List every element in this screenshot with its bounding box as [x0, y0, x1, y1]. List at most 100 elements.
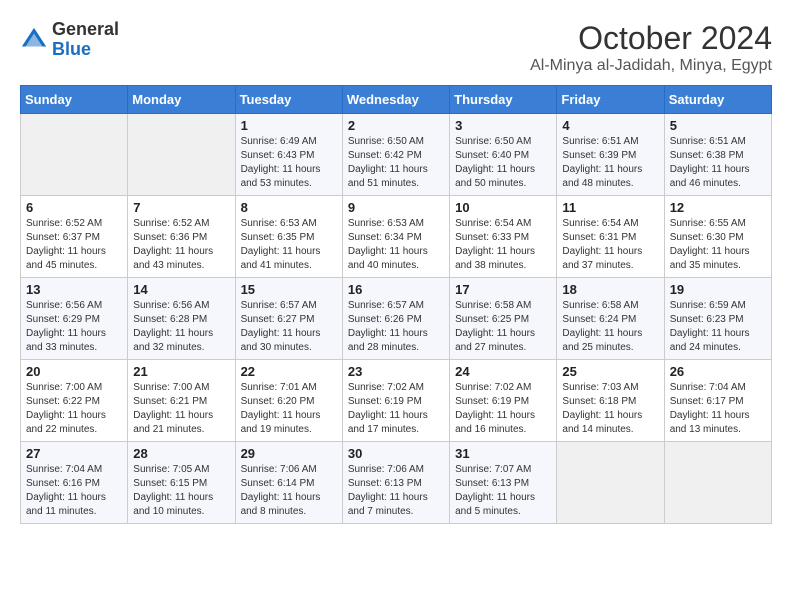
- day-number: 30: [348, 446, 444, 461]
- day-info: Sunrise: 6:54 AMSunset: 6:31 PMDaylight:…: [562, 217, 658, 273]
- day-number: 11: [562, 200, 658, 215]
- calendar-table: SundayMondayTuesdayWednesdayThursdayFrid…: [20, 85, 772, 524]
- day-number: 18: [562, 282, 658, 297]
- calendar-week-row: 20 Sunrise: 7:00 AMSunset: 6:22 PMDayligh…: [21, 360, 772, 442]
- day-info: Sunrise: 7:01 AMSunset: 6:20 PMDaylight:…: [241, 381, 337, 437]
- title-block: October 2024 Al-Minya al-Jadidah, Minya,…: [530, 20, 772, 75]
- day-number: 28: [133, 446, 229, 461]
- day-info: Sunrise: 6:53 AMSunset: 6:34 PMDaylight:…: [348, 217, 444, 273]
- day-number: 1: [241, 118, 337, 133]
- calendar-cell: 2 Sunrise: 6:50 AMSunset: 6:42 PMDaylight…: [342, 114, 449, 196]
- calendar-cell: 8 Sunrise: 6:53 AMSunset: 6:35 PMDaylight…: [235, 196, 342, 278]
- calendar-cell: 6Sunrise: 6:52 AMSunset: 6:37 PMDaylight…: [21, 196, 128, 278]
- calendar-cell: 3 Sunrise: 6:50 AMSunset: 6:40 PMDaylight…: [450, 114, 557, 196]
- calendar-cell: 4Sunrise: 6:51 AMSunset: 6:39 PMDaylight…: [557, 114, 664, 196]
- day-number: 3: [455, 118, 551, 133]
- day-number: 27: [26, 446, 122, 461]
- day-number: 14: [133, 282, 229, 297]
- calendar-cell: 9 Sunrise: 6:53 AMSunset: 6:34 PMDaylight…: [342, 196, 449, 278]
- day-number: 21: [133, 364, 229, 379]
- calendar-cell: 5 Sunrise: 6:51 AMSunset: 6:38 PMDaylight…: [664, 114, 771, 196]
- day-info: Sunrise: 6:59 AMSunset: 6:23 PMDaylight:…: [670, 299, 766, 355]
- calendar-cell: 29Sunrise: 7:06 AMSunset: 6:14 PMDayligh…: [235, 442, 342, 524]
- day-number: 20: [26, 364, 122, 379]
- day-number: 19: [670, 282, 766, 297]
- day-number: 15: [241, 282, 337, 297]
- day-info: Sunrise: 7:00 AMSunset: 6:22 PMDaylight:…: [26, 381, 122, 437]
- day-number: 24: [455, 364, 551, 379]
- day-number: 8: [241, 200, 337, 215]
- day-info: Sunrise: 7:04 AMSunset: 6:16 PMDaylight:…: [26, 463, 122, 519]
- calendar-cell: 20 Sunrise: 7:00 AMSunset: 6:22 PMDayligh…: [21, 360, 128, 442]
- day-number: 5: [670, 118, 766, 133]
- day-info: Sunrise: 6:54 AMSunset: 6:33 PMDaylight:…: [455, 217, 551, 273]
- day-info: Sunrise: 6:52 AMSunset: 6:36 PMDaylight:…: [133, 217, 229, 273]
- calendar-cell: [21, 114, 128, 196]
- calendar-header-row: SundayMondayTuesdayWednesdayThursdayFrid…: [21, 86, 772, 114]
- day-number: 17: [455, 282, 551, 297]
- day-info: Sunrise: 7:02 AMSunset: 6:19 PMDaylight:…: [348, 381, 444, 437]
- day-info: Sunrise: 6:57 AMSunset: 6:26 PMDaylight:…: [348, 299, 444, 355]
- day-info: Sunrise: 7:03 AMSunset: 6:18 PMDaylight:…: [562, 381, 658, 437]
- weekday-header: Sunday: [21, 86, 128, 114]
- day-info: Sunrise: 6:50 AMSunset: 6:40 PMDaylight:…: [455, 135, 551, 191]
- day-number: 9: [348, 200, 444, 215]
- location-title: Al-Minya al-Jadidah, Minya, Egypt: [530, 57, 772, 75]
- day-info: Sunrise: 7:06 AMSunset: 6:13 PMDaylight:…: [348, 463, 444, 519]
- calendar-cell: [557, 442, 664, 524]
- day-number: 7: [133, 200, 229, 215]
- calendar-cell: 22 Sunrise: 7:01 AMSunset: 6:20 PMDayligh…: [235, 360, 342, 442]
- calendar-cell: [664, 442, 771, 524]
- weekday-header: Friday: [557, 86, 664, 114]
- day-info: Sunrise: 7:02 AMSunset: 6:19 PMDaylight:…: [455, 381, 551, 437]
- calendar-cell: 27 Sunrise: 7:04 AMSunset: 6:16 PMDayligh…: [21, 442, 128, 524]
- day-number: 16: [348, 282, 444, 297]
- calendar-cell: 19 Sunrise: 6:59 AMSunset: 6:23 PMDayligh…: [664, 278, 771, 360]
- day-info: Sunrise: 6:56 AMSunset: 6:28 PMDaylight:…: [133, 299, 229, 355]
- calendar-cell: 26 Sunrise: 7:04 AMSunset: 6:17 PMDayligh…: [664, 360, 771, 442]
- logo: General Blue: [20, 20, 119, 60]
- logo-icon: [20, 26, 48, 54]
- calendar-cell: 10 Sunrise: 6:54 AMSunset: 6:33 PMDayligh…: [450, 196, 557, 278]
- day-number: 26: [670, 364, 766, 379]
- calendar-cell: 13Sunrise: 6:56 AMSunset: 6:29 PMDayligh…: [21, 278, 128, 360]
- day-number: 12: [670, 200, 766, 215]
- weekday-header: Monday: [128, 86, 235, 114]
- day-info: Sunrise: 7:00 AMSunset: 6:21 PMDaylight:…: [133, 381, 229, 437]
- day-number: 25: [562, 364, 658, 379]
- calendar-cell: 1 Sunrise: 6:49 AMSunset: 6:43 PMDaylight…: [235, 114, 342, 196]
- day-info: Sunrise: 6:51 AMSunset: 6:39 PMDaylight:…: [562, 135, 658, 191]
- day-info: Sunrise: 7:05 AMSunset: 6:15 PMDaylight:…: [133, 463, 229, 519]
- day-info: Sunrise: 6:49 AMSunset: 6:43 PMDaylight:…: [241, 135, 337, 191]
- day-info: Sunrise: 6:58 AMSunset: 6:24 PMDaylight:…: [562, 299, 658, 355]
- day-number: 2: [348, 118, 444, 133]
- weekday-header: Thursday: [450, 86, 557, 114]
- calendar-cell: 28 Sunrise: 7:05 AMSunset: 6:15 PMDayligh…: [128, 442, 235, 524]
- day-info: Sunrise: 6:56 AMSunset: 6:29 PMDaylight:…: [26, 299, 122, 355]
- day-number: 10: [455, 200, 551, 215]
- weekday-header: Saturday: [664, 86, 771, 114]
- calendar-cell: 21 Sunrise: 7:00 AMSunset: 6:21 PMDayligh…: [128, 360, 235, 442]
- day-info: Sunrise: 7:04 AMSunset: 6:17 PMDaylight:…: [670, 381, 766, 437]
- calendar-week-row: 13Sunrise: 6:56 AMSunset: 6:29 PMDayligh…: [21, 278, 772, 360]
- month-title: October 2024: [530, 20, 772, 57]
- weekday-header: Wednesday: [342, 86, 449, 114]
- calendar-cell: 12Sunrise: 6:55 AMSunset: 6:30 PMDayligh…: [664, 196, 771, 278]
- calendar-cell: 18 Sunrise: 6:58 AMSunset: 6:24 PMDayligh…: [557, 278, 664, 360]
- day-info: Sunrise: 6:51 AMSunset: 6:38 PMDaylight:…: [670, 135, 766, 191]
- calendar-cell: 30 Sunrise: 7:06 AMSunset: 6:13 PMDayligh…: [342, 442, 449, 524]
- calendar-cell: 7 Sunrise: 6:52 AMSunset: 6:36 PMDaylight…: [128, 196, 235, 278]
- day-number: 6: [26, 200, 122, 215]
- day-info: Sunrise: 6:50 AMSunset: 6:42 PMDaylight:…: [348, 135, 444, 191]
- day-number: 31: [455, 446, 551, 461]
- day-number: 22: [241, 364, 337, 379]
- calendar-week-row: 6Sunrise: 6:52 AMSunset: 6:37 PMDaylight…: [21, 196, 772, 278]
- calendar-cell: 16 Sunrise: 6:57 AMSunset: 6:26 PMDayligh…: [342, 278, 449, 360]
- calendar-week-row: 1 Sunrise: 6:49 AMSunset: 6:43 PMDaylight…: [21, 114, 772, 196]
- calendar-cell: 24 Sunrise: 7:02 AMSunset: 6:19 PMDayligh…: [450, 360, 557, 442]
- day-info: Sunrise: 6:58 AMSunset: 6:25 PMDaylight:…: [455, 299, 551, 355]
- calendar-cell: 11 Sunrise: 6:54 AMSunset: 6:31 PMDayligh…: [557, 196, 664, 278]
- day-info: Sunrise: 6:53 AMSunset: 6:35 PMDaylight:…: [241, 217, 337, 273]
- page-header: General Blue October 2024 Al-Minya al-Ja…: [20, 20, 772, 75]
- calendar-cell: 14 Sunrise: 6:56 AMSunset: 6:28 PMDayligh…: [128, 278, 235, 360]
